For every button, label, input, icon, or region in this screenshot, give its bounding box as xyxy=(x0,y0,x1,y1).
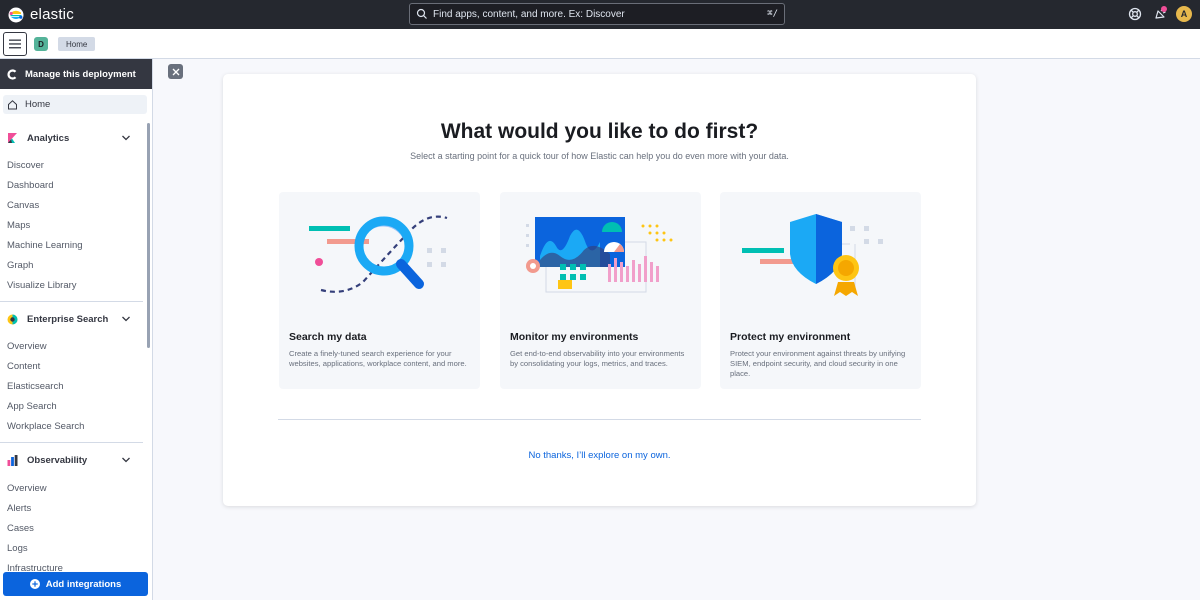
notification-badge xyxy=(1161,6,1167,12)
nav-link-overview[interactable]: Overview xyxy=(7,341,47,352)
sidebar-item-home[interactable]: Home xyxy=(3,95,147,114)
chevron-down-icon xyxy=(122,457,130,463)
manage-deployment-link[interactable]: Manage this deployment xyxy=(0,59,152,89)
nav-group-title: Enterprise Search xyxy=(27,313,109,325)
search-input[interactable] xyxy=(433,8,768,20)
nav-group-analytics[interactable]: Analytics xyxy=(0,126,145,150)
plus-in-circle-icon xyxy=(29,579,40,589)
breadcrumb: Home xyxy=(58,37,96,51)
nav-divider xyxy=(0,301,143,302)
nav-link-content[interactable]: Content xyxy=(7,361,40,372)
nav-group-title: Observability xyxy=(27,454,88,466)
hamburger-icon xyxy=(9,39,21,49)
close-nav-button[interactable] xyxy=(168,64,183,79)
nav-link-discover[interactable]: Discover xyxy=(7,160,44,171)
search-illustration xyxy=(309,215,448,293)
card-description: Protect your environment against threats… xyxy=(730,349,906,379)
manage-deployment-label: Manage this deployment xyxy=(25,68,136,80)
protect-illustration xyxy=(742,214,883,296)
page-subtitle: Select a starting point for a quick tour… xyxy=(410,151,789,161)
nav-link-app-search[interactable]: App Search xyxy=(7,401,57,412)
nav-group-enterprise-search[interactable]: Enterprise Search xyxy=(0,307,145,331)
cloud-logo-icon xyxy=(7,68,17,80)
help-icon[interactable] xyxy=(1128,7,1142,21)
nav-link-machine-learning[interactable]: Machine Learning xyxy=(7,240,83,251)
nav-link-workplace-search[interactable]: Workplace Search xyxy=(7,421,84,432)
card-search-my-data[interactable]: Search my data Create a finely-tuned sea… xyxy=(279,192,480,389)
enterprise-search-logo-icon xyxy=(7,314,18,324)
card-title: Monitor my environments xyxy=(510,331,639,343)
nav-link-graph[interactable]: Graph xyxy=(7,260,33,271)
nav-link-maps[interactable]: Maps xyxy=(7,220,30,231)
user-avatar[interactable]: A xyxy=(1176,6,1192,22)
nav-link-dashboard[interactable]: Dashboard xyxy=(7,180,53,191)
add-integrations-button[interactable]: Add integrations xyxy=(3,572,148,596)
card-monitor-my-environments[interactable]: Monitor my environments Get end-to-end o… xyxy=(500,192,701,389)
add-integrations-label: Add integrations xyxy=(45,578,122,590)
nav-link-elasticsearch[interactable]: Elasticsearch xyxy=(7,381,64,392)
divider xyxy=(278,419,921,420)
card-protect-my-environment[interactable]: Protect my environment Protect your envi… xyxy=(720,192,921,389)
page-title: What would you like to do first? xyxy=(440,120,759,143)
app-name: elastic xyxy=(30,6,74,23)
nav-divider xyxy=(0,442,143,443)
nav-group-observability[interactable]: Observability xyxy=(0,448,145,472)
side-navigation: Manage this deployment Home Analytics Di… xyxy=(0,59,153,600)
breadcrumb-bar: D Home xyxy=(0,29,1200,59)
chevron-down-icon xyxy=(122,135,130,141)
nav-link-visualize-library[interactable]: Visualize Library xyxy=(7,280,77,291)
home-icon xyxy=(8,100,17,110)
card-description: Create a finely-tuned search experience … xyxy=(289,349,467,369)
search-shortcut: ⌘/ xyxy=(767,9,778,19)
observability-logo-icon xyxy=(7,454,18,466)
kibana-logo-icon xyxy=(8,132,17,143)
guided-onboarding-panel: What would you like to do first? Select … xyxy=(223,74,976,506)
skip-tour-link[interactable]: No thanks, I’ll explore on my own. xyxy=(223,450,976,461)
chevron-down-icon xyxy=(122,316,130,322)
card-description: Get end-to-end observability into your e… xyxy=(510,349,685,369)
nav-link-logs[interactable]: Logs xyxy=(7,543,28,554)
nav-group-title: Analytics xyxy=(27,132,70,144)
global-search[interactable]: ⌘/ xyxy=(409,3,785,25)
top-header: elastic ⌘/ A xyxy=(0,0,1200,29)
space-selector[interactable]: D xyxy=(34,37,48,51)
search-icon xyxy=(416,8,427,19)
nav-link-cases[interactable]: Cases xyxy=(7,523,34,534)
card-title: Protect my environment xyxy=(730,331,851,343)
elastic-logo[interactable]: elastic xyxy=(8,0,74,29)
sidebar-item-label: Home xyxy=(25,99,51,110)
nav-link-canvas[interactable]: Canvas xyxy=(7,200,39,211)
monitor-illustration xyxy=(526,217,673,293)
nav-link-overview[interactable]: Overview xyxy=(7,483,47,494)
card-title: Search my data xyxy=(289,331,367,343)
close-icon xyxy=(172,68,179,75)
sidebar-scrollbar[interactable] xyxy=(147,123,150,348)
elastic-logo-icon xyxy=(8,7,24,22)
toggle-nav-button[interactable] xyxy=(3,32,27,56)
nav-link-alerts[interactable]: Alerts xyxy=(7,503,31,514)
